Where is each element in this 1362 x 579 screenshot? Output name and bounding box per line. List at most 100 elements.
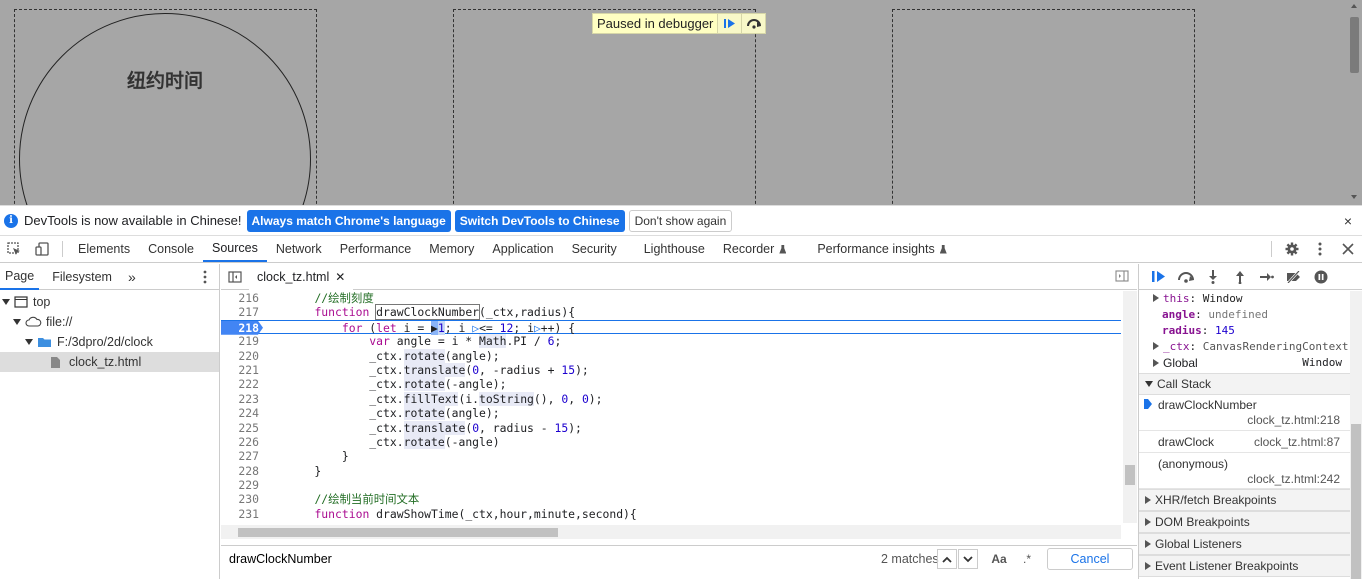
line-number[interactable]: 218 <box>221 321 259 335</box>
previous-match-button[interactable] <box>937 549 957 569</box>
pause-on-exceptions-button[interactable] <box>1307 265 1334 289</box>
scroll-thumb[interactable] <box>1350 17 1359 73</box>
call-frame-location[interactable]: clock_tz.html:242 <box>1247 472 1340 486</box>
scope-item-ctx[interactable]: _ctx: CanvasRenderingContext <box>1139 339 1362 355</box>
tree-item-folder[interactable]: F:/3dpro/2d/clock <box>0 332 219 352</box>
step-over-button[interactable] <box>1172 265 1199 289</box>
more-options-icon[interactable] <box>1306 236 1334 262</box>
debugger-scrollbar[interactable] <box>1350 291 1362 579</box>
experiment-flask-icon <box>939 244 947 254</box>
tab-console[interactable]: Console <box>139 236 203 262</box>
close-icon[interactable]: × <box>1344 213 1352 229</box>
tab-filesystem[interactable]: Filesystem <box>47 264 117 290</box>
tree-item-file[interactable]: clock_tz.html <box>0 352 219 372</box>
scope-item-global[interactable]: Global Window <box>1139 355 1362 371</box>
line-number[interactable]: 223 <box>221 392 259 406</box>
deactivate-breakpoints-button[interactable] <box>1280 265 1307 289</box>
file-tab-clock-tz[interactable]: clock_tz.html ✕ <box>249 263 354 290</box>
line-number[interactable]: 231 <box>221 507 259 521</box>
switch-to-chinese-button[interactable]: Switch DevTools to Chinese <box>454 209 625 232</box>
tab-elements[interactable]: Elements <box>69 236 139 262</box>
match-count: 2 matches <box>881 552 939 566</box>
call-frame[interactable]: drawClockNumber clock_tz.html:218 <box>1139 395 1362 431</box>
tab-security[interactable]: Security <box>563 236 635 262</box>
cancel-search-button[interactable]: Cancel <box>1047 548 1133 570</box>
line-number[interactable]: 224 <box>221 406 259 420</box>
line-number[interactable]: 229 <box>221 478 259 492</box>
toolbar-divider <box>62 241 63 257</box>
viewport-scrollbar[interactable] <box>1347 0 1362 205</box>
line-number[interactable]: 217 <box>221 305 259 319</box>
tab-performance[interactable]: Performance <box>331 236 421 262</box>
step-out-button[interactable] <box>1226 265 1253 289</box>
device-toolbar-icon[interactable] <box>28 236 56 262</box>
call-frame[interactable]: drawClock clock_tz.html:87 <box>1139 431 1362 453</box>
line-number[interactable]: 226 <box>221 435 259 449</box>
code-line: 221 _ctx.translate(0, -radius + 15); <box>221 362 1121 377</box>
tree-item-top[interactable]: top <box>0 292 219 312</box>
line-number[interactable]: 227 <box>221 449 259 463</box>
expand-arrow-icon <box>1145 496 1151 504</box>
tab-network[interactable]: Network <box>267 236 331 262</box>
code-line: 224 _ctx.rotate(angle); <box>221 406 1121 421</box>
always-match-language-button[interactable]: Always match Chrome's language <box>246 209 451 232</box>
step-over-button[interactable] <box>741 14 766 33</box>
navigator-menu-icon[interactable] <box>203 270 207 287</box>
dont-show-again-button[interactable]: Don't show again <box>628 209 733 232</box>
scope-item-angle[interactable]: angle: undefined <box>1139 307 1362 323</box>
line-number[interactable]: 219 <box>221 334 259 348</box>
scroll-thumb[interactable] <box>1351 424 1361 579</box>
call-frame-location[interactable]: clock_tz.html:87 <box>1254 435 1340 449</box>
toggle-debugger-icon[interactable] <box>1115 270 1129 285</box>
tab-page[interactable]: Page <box>0 264 40 290</box>
scroll-down-icon[interactable] <box>1351 195 1357 199</box>
tab-memory[interactable]: Memory <box>420 236 483 262</box>
call-frame[interactable]: (anonymous) clock_tz.html:242 <box>1139 453 1362 489</box>
match-case-button[interactable]: Aa <box>989 549 1009 569</box>
settings-gear-icon[interactable] <box>1278 236 1306 262</box>
resume-button[interactable] <box>717 14 742 33</box>
code-vertical-scrollbar[interactable] <box>1123 291 1137 523</box>
scroll-up-icon[interactable] <box>1351 4 1357 8</box>
scope-item-this[interactable]: this: Window <box>1139 291 1362 307</box>
code-horizontal-scrollbar[interactable] <box>221 525 1121 539</box>
tab-performance-insights-label: Performance insights <box>817 242 935 256</box>
scope-key: this <box>1163 292 1190 305</box>
tab-performance-insights[interactable]: Performance insights <box>808 236 955 262</box>
call-frame-location[interactable]: clock_tz.html:218 <box>1247 413 1340 427</box>
search-input[interactable] <box>229 551 869 566</box>
next-match-button[interactable] <box>958 549 978 569</box>
close-devtools-icon[interactable] <box>1334 236 1362 262</box>
tree-item-origin[interactable]: file:// <box>0 312 219 332</box>
tab-lighthouse[interactable]: Lighthouse <box>635 236 714 262</box>
resume-button[interactable] <box>1145 265 1172 289</box>
tree-label-file: clock_tz.html <box>69 355 142 369</box>
line-number[interactable]: 228 <box>221 464 259 478</box>
tab-recorder[interactable]: Recorder <box>714 236 808 262</box>
event-listener-breakpoints-header[interactable]: Event Listener Breakpoints <box>1139 555 1362 577</box>
close-tab-icon[interactable]: ✕ <box>335 270 345 284</box>
xhr-breakpoints-header[interactable]: XHR/fetch Breakpoints <box>1139 489 1362 511</box>
more-tabs-icon[interactable]: » <box>123 264 141 290</box>
step-button[interactable] <box>1253 265 1280 289</box>
line-number[interactable]: 216 <box>221 291 259 305</box>
search-match-highlight: drawClockNumber <box>375 304 481 321</box>
scroll-thumb[interactable] <box>238 528 558 537</box>
inspect-element-icon[interactable] <box>0 236 28 262</box>
toggle-navigator-icon[interactable] <box>221 264 249 290</box>
line-number[interactable]: 225 <box>221 421 259 435</box>
line-number[interactable]: 221 <box>221 363 259 377</box>
global-listeners-header[interactable]: Global Listeners <box>1139 533 1362 555</box>
step-into-button[interactable] <box>1199 265 1226 289</box>
line-number[interactable]: 222 <box>221 377 259 391</box>
tab-application[interactable]: Application <box>483 236 562 262</box>
regex-button[interactable]: .* <box>1017 549 1037 569</box>
dom-breakpoints-header[interactable]: DOM Breakpoints <box>1139 511 1362 533</box>
tab-sources[interactable]: Sources <box>202 236 267 262</box>
code-area[interactable]: 216 //绘制刻度 217 function drawClockNumber(… <box>221 291 1121 523</box>
line-number[interactable]: 220 <box>221 349 259 363</box>
scope-item-radius[interactable]: radius: 145 <box>1139 323 1362 339</box>
scroll-thumb[interactable] <box>1125 465 1135 485</box>
line-number[interactable]: 230 <box>221 492 259 506</box>
call-stack-header[interactable]: Call Stack <box>1139 373 1362 395</box>
